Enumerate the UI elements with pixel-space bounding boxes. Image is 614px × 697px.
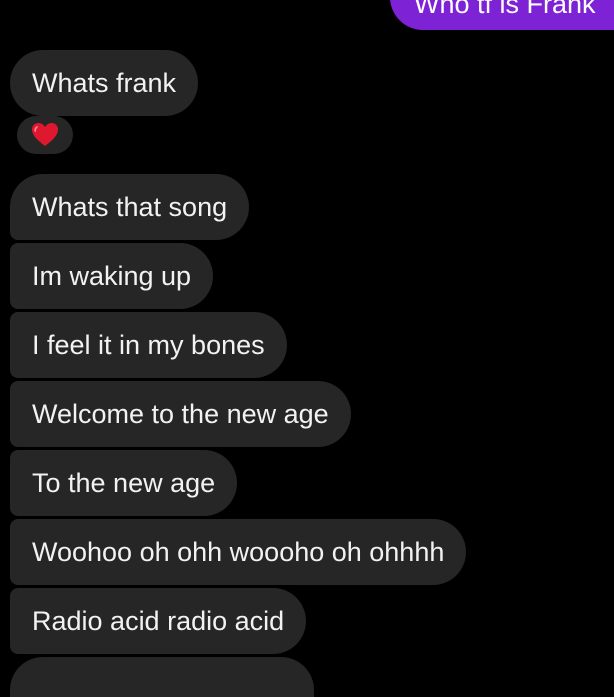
incoming-message-bubble[interactable]: Woohoo oh ohh woooho oh ohhhh [10,519,467,585]
incoming-message-bubble-partial[interactable] [10,657,314,697]
incoming-message-bubble[interactable]: Im waking up [10,243,214,309]
incoming-message-bubble[interactable]: Welcome to the new age [10,381,351,447]
incoming-message-bubble[interactable]: Radio acid radio acid [10,588,307,654]
incoming-message-bubble[interactable]: To the new age [10,450,238,516]
incoming-message-bubble[interactable]: Whats that song [10,174,250,240]
incoming-message-bubble[interactable]: I feel it in my bones [10,312,287,378]
message-reaction[interactable] [17,116,73,154]
incoming-message-bubble[interactable]: Whats frank [10,50,199,116]
outgoing-message-bubble[interactable]: Who tf is Frank [390,0,614,30]
red-heart-icon [32,123,58,146]
